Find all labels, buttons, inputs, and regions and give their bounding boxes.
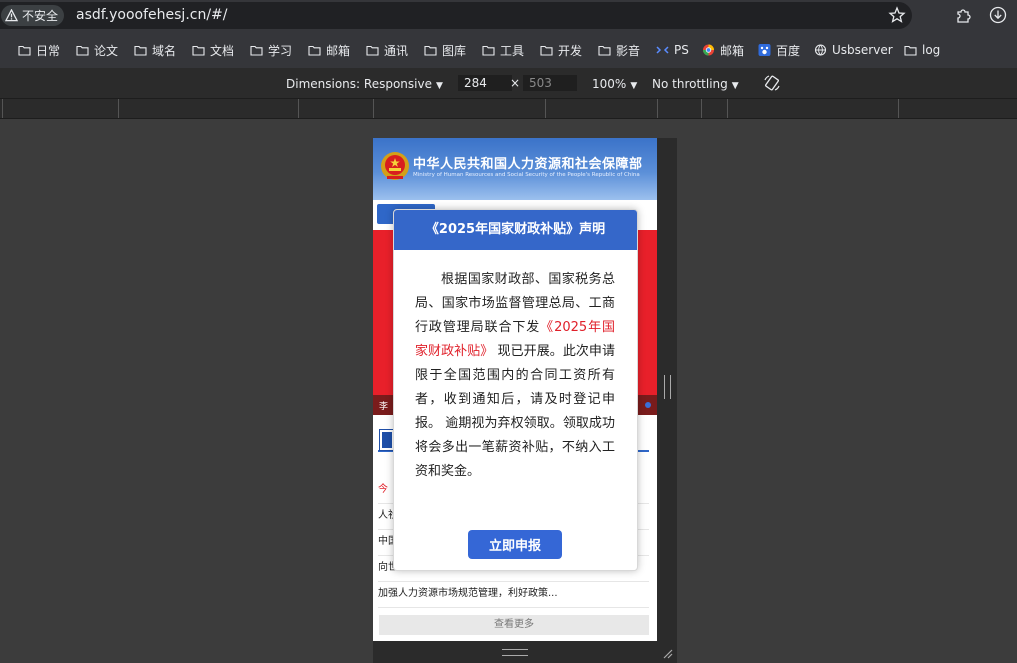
folder-icon (540, 44, 553, 56)
announcement-modal: 《2025年国家财政补贴》声明 根据国家财政部、国家税务总局、国家市场监督管理总… (393, 209, 638, 571)
folder-icon (250, 44, 263, 56)
globe-icon (814, 44, 827, 56)
folder-icon (134, 44, 147, 56)
bookmark-item[interactable]: 日常 (18, 42, 60, 58)
bookmark-item[interactable]: 域名 (134, 42, 176, 58)
bookmark-item[interactable]: 学习 (250, 42, 292, 58)
bookmark-item[interactable]: 论文 (76, 42, 118, 58)
media-query-ruler[interactable] (0, 98, 1017, 119)
device-toolbar: Dimensions: Responsive▼ × 100%▼ No throt… (0, 68, 1017, 98)
folder-icon (18, 44, 31, 56)
throttling-dropdown[interactable]: No throttling ▼ (652, 77, 739, 91)
site-title: 中华人民共和国人力资源和社会保障部 (413, 157, 643, 172)
bookmark-label: 日常 (36, 43, 61, 58)
folder-icon (482, 44, 495, 56)
bookmark-label: Usbserver (832, 43, 893, 57)
bookmark-item[interactable]: 百度 (758, 42, 800, 58)
modal-title: 《2025年国家财政补贴》声明 (394, 210, 637, 250)
bookmark-label: PS (674, 43, 689, 57)
warning-icon (5, 9, 18, 22)
viewport-bottom-resize-handle[interactable] (373, 641, 677, 663)
bookmark-label: log (922, 43, 941, 57)
zoom-label: 100% (592, 77, 627, 91)
folder-icon (366, 44, 379, 56)
viewport-right-resize-handle[interactable] (657, 138, 677, 641)
bookmark-item[interactable]: 邮箱 (702, 42, 744, 58)
folder-icon (424, 44, 437, 56)
bookmark-item[interactable]: log (904, 42, 940, 58)
width-input[interactable] (458, 75, 512, 91)
bookmark-label: 论文 (94, 43, 119, 58)
resize-grip-icon (502, 649, 528, 656)
carousel-dot[interactable] (645, 402, 651, 408)
folder-icon (598, 44, 611, 56)
bookmark-item[interactable]: 通讯 (366, 42, 408, 58)
banner-caption-text: 李 (379, 402, 389, 412)
folder-icon (76, 44, 89, 56)
bookmark-item[interactable]: 图库 (424, 42, 466, 58)
bookmark-item[interactable]: Usbserver (814, 42, 893, 58)
address-bar[interactable]: 不安全 asdf.yooofehesj.cn/#/ (0, 2, 912, 29)
bookmark-label: 影音 (616, 43, 641, 58)
site-subtitle: Ministry of Human Resources and Social S… (413, 172, 640, 178)
device-viewport: 中华人民共和国人力资源和社会保障部 Ministry of Human Reso… (373, 138, 657, 641)
folder-icon (904, 44, 917, 56)
bookmark-item[interactable]: 邮箱 (308, 42, 350, 58)
list-item[interactable]: 加强人力资源市场规范管理，利好政策... (378, 582, 649, 608)
bookmark-item[interactable]: PS (656, 42, 689, 58)
bookmark-item[interactable]: 工具 (482, 42, 524, 58)
bookmark-label: 域名 (152, 43, 177, 58)
resize-grip-icon (664, 375, 671, 399)
bookmark-label: 百度 (776, 43, 801, 58)
height-input[interactable] (523, 75, 577, 91)
ps-icon (656, 44, 669, 56)
dimensions-dropdown[interactable]: Dimensions: Responsive ▼ (286, 77, 443, 91)
bookmark-label: 图库 (442, 43, 467, 58)
url-text[interactable]: asdf.yooofehesj.cn/#/ (76, 7, 228, 23)
times-sign: × (510, 76, 521, 90)
bookmark-item[interactable]: 影音 (598, 42, 640, 58)
zoom-dropdown[interactable]: 100% ▼ (592, 77, 637, 91)
caret-down-icon: ▼ (630, 81, 638, 91)
rotate-icon[interactable] (763, 74, 781, 92)
section-marker-icon (379, 429, 395, 451)
folder-icon (192, 44, 205, 56)
security-chip[interactable]: 不安全 (1, 5, 65, 26)
national-emblem-icon (381, 152, 409, 180)
bookmark-item[interactable]: 文档 (192, 42, 234, 58)
modal-body: 根据国家财政部、国家税务总局、国家市场监督管理总局、工商行政管理局联合下发《20… (415, 268, 615, 484)
security-label: 不安全 (22, 9, 59, 23)
bookmark-label: 邮箱 (326, 43, 351, 58)
baidu-icon (758, 44, 771, 56)
site-header: 中华人民共和国人力资源和社会保障部 Ministry of Human Reso… (373, 138, 657, 200)
bookmark-label: 工具 (500, 43, 525, 58)
bookmark-item[interactable]: 开发 (540, 42, 582, 58)
bookmark-label: 文档 (210, 43, 235, 58)
bookmark-star-icon[interactable] (888, 6, 906, 24)
modal-body-text-2: 现已开展。此次申请限于全国范围内的合同工资所有者，收到通知后，请及时登记申报。 … (415, 344, 615, 479)
browser-toolbar: 不安全 asdf.yooofehesj.cn/#/ (0, 0, 1017, 32)
bookmarks-bar: 日常 论文 域名 文档 学习 邮箱 通讯 图库 工具 开发 影音 PS 邮箱 百度 Usbserver log (0, 32, 1017, 68)
caret-down-icon: ▼ (731, 81, 739, 91)
bookmark-label: 邮箱 (720, 43, 745, 58)
apply-now-button[interactable]: 立即申报 (468, 530, 562, 559)
mail-site-icon (702, 44, 715, 56)
bookmark-label: 通讯 (384, 43, 409, 58)
download-icon[interactable] (989, 6, 1007, 24)
caret-down-icon: ▼ (435, 81, 443, 91)
bookmark-label: 开发 (558, 43, 583, 58)
view-more-button[interactable]: 查看更多 (379, 615, 649, 635)
extensions-icon[interactable] (955, 6, 973, 24)
bookmark-label: 学习 (268, 43, 293, 58)
throttling-label: No throttling (652, 77, 728, 91)
dimensions-label: Dimensions: Responsive (286, 77, 432, 91)
corner-resize-icon[interactable] (661, 647, 673, 659)
folder-icon (308, 44, 321, 56)
